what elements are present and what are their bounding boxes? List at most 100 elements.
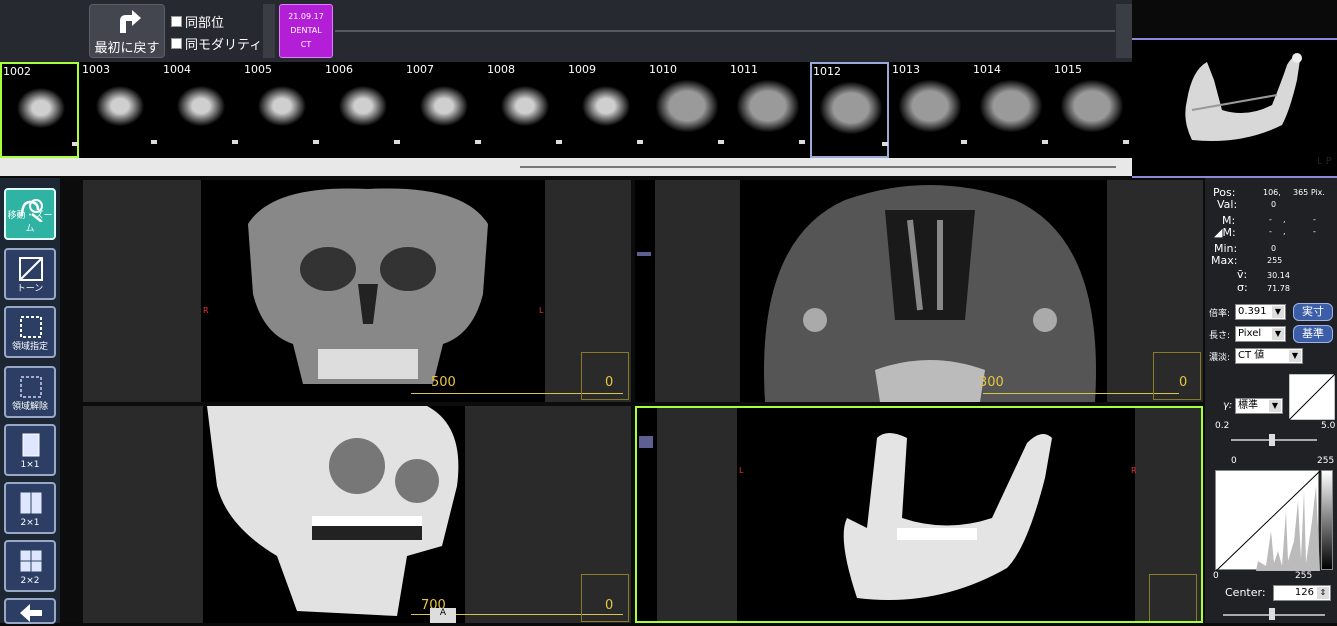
viewport-margin xyxy=(83,406,203,623)
series-preview-image xyxy=(170,80,232,132)
series-thumbnail[interactable]: 1010 xyxy=(648,62,727,158)
study-timeline xyxy=(335,30,1115,32)
orientation-label: R xyxy=(1131,466,1137,475)
series-thumbnail[interactable]: 1008 xyxy=(486,62,565,158)
scrollbar-track[interactable] xyxy=(520,166,1116,168)
reset-label: 最初に戻す xyxy=(94,41,160,56)
center-value: 126 xyxy=(1294,587,1314,598)
series-number: 1002 xyxy=(3,65,31,78)
center-input[interactable]: 126 ⇕ xyxy=(1273,585,1331,601)
tool-label: 2×1 xyxy=(20,518,40,528)
series-number: 1013 xyxy=(892,63,920,76)
skull-oblique-image xyxy=(207,406,459,616)
center-slider-handle[interactable] xyxy=(1269,608,1275,620)
val-label: Val: xyxy=(1217,198,1238,211)
gamma-select[interactable]: 標準 ▼ xyxy=(1235,398,1283,414)
max-value: 255 xyxy=(1267,256,1283,265)
chevron-down-icon: ▼ xyxy=(1272,328,1284,340)
scale-label: 300 xyxy=(979,375,1004,390)
layout-2x2-button[interactable]: 2×2 xyxy=(4,540,56,592)
standard-button[interactable]: 基準 xyxy=(1293,325,1333,343)
series-thumbnail[interactable]: 1004 xyxy=(162,62,241,158)
series-number: 1008 xyxy=(487,63,515,76)
thumbnail-scrollbar[interactable] xyxy=(0,158,1132,176)
dm-value: - xyxy=(1313,227,1316,236)
series-preview-image xyxy=(899,80,961,132)
series-number: 1014 xyxy=(973,63,1001,76)
study-modality: CT xyxy=(300,40,312,49)
study-desc: DENTAL xyxy=(290,26,322,35)
series-preview-image xyxy=(575,80,637,132)
dm-label: ◢M: xyxy=(1214,226,1236,239)
max-label: Max: xyxy=(1211,254,1238,267)
gamma-slider-handle[interactable] xyxy=(1269,434,1275,446)
length-select[interactable]: Pixel ▼ xyxy=(1235,326,1286,342)
series-thumbnail[interactable]: 1011 xyxy=(729,62,808,158)
series-thumbnail[interactable]: 1006 xyxy=(324,62,403,158)
checkbox-icon xyxy=(171,38,182,49)
series-number: 1011 xyxy=(730,63,758,76)
volume-preview[interactable]: L P xyxy=(1132,38,1337,178)
val-value: 0 xyxy=(1271,200,1277,209)
density-select[interactable]: CT 値 ▼ xyxy=(1235,348,1303,364)
series-number: 1009 xyxy=(568,63,596,76)
axial-ct-image xyxy=(764,185,1096,402)
layout-2x1-button[interactable]: 2×1 xyxy=(4,482,56,534)
series-thumbnail[interactable]: 1014 xyxy=(972,62,1051,158)
tool-label: 1×1 xyxy=(20,460,40,470)
series-thumbnail[interactable]: 1012 xyxy=(810,62,889,158)
tool-label: 移動・ズーム xyxy=(7,211,53,234)
series-number: 1015 xyxy=(1054,63,1082,76)
series-number: 1005 xyxy=(244,63,272,76)
undo-arrow-icon xyxy=(120,10,141,33)
region-select-tool[interactable]: 領域指定 xyxy=(4,306,56,358)
series-thumbnail[interactable]: 1007 xyxy=(405,62,484,158)
series-thumbnail[interactable]: 1005 xyxy=(243,62,322,158)
series-indicator xyxy=(151,140,157,144)
dm-value: , xyxy=(1283,227,1286,236)
series-thumbnail[interactable]: 1002 xyxy=(0,62,79,158)
viewport-grid: R L 500 0 300 0 700 0 A L R xyxy=(60,178,1205,623)
sd-value: 71.78 xyxy=(1267,284,1290,293)
same-modality-checkbox[interactable]: 同モダリティ xyxy=(171,34,262,53)
tool-label: 領域解除 xyxy=(11,402,48,412)
annotation-tag[interactable]: A xyxy=(430,608,456,623)
viewport-2[interactable]: 300 0 xyxy=(635,180,1203,402)
move-zoom-tool[interactable]: 移動・ズーム xyxy=(4,188,56,240)
series-indicator xyxy=(882,142,888,146)
series-thumbnail[interactable]: 1009 xyxy=(567,62,646,158)
viewport-3[interactable]: 700 0 A xyxy=(83,406,631,623)
spinner-icon[interactable]: ⇕ xyxy=(1317,587,1329,599)
tone-icon xyxy=(19,257,43,281)
region-clear-tool[interactable]: 領域解除 xyxy=(4,366,56,418)
series-preview-image xyxy=(1061,80,1123,132)
sd-label: σ: xyxy=(1237,281,1248,294)
study-badge[interactable]: 21.09.17 DENTAL CT xyxy=(279,4,333,58)
series-preview-image xyxy=(494,80,556,132)
series-thumbnail[interactable]: 1003 xyxy=(81,62,160,158)
series-thumbnail[interactable]: 1013 xyxy=(891,62,970,158)
study-scroll-right[interactable] xyxy=(1116,4,1132,58)
zoom-select[interactable]: 0.391 ▼ xyxy=(1235,304,1286,320)
back-button[interactable] xyxy=(4,598,56,624)
gamma-value: 標準 xyxy=(1238,400,1258,411)
density-label: 濃淡: xyxy=(1209,353,1231,363)
same-modality-label: 同モダリティ xyxy=(185,38,263,53)
histogram-chart[interactable] xyxy=(1215,470,1321,572)
tool-label: 2×2 xyxy=(20,576,40,586)
viewport-4-active[interactable]: L R xyxy=(635,406,1203,623)
tone-tool[interactable]: トーン xyxy=(4,248,56,300)
reset-button[interactable]: 最初に戻す xyxy=(89,4,165,58)
actual-size-button[interactable]: 実寸 xyxy=(1293,303,1333,321)
series-preview-image xyxy=(89,80,151,132)
layout-1x1-button[interactable]: 1×1 xyxy=(4,424,56,476)
layout-2x1-icon xyxy=(19,491,43,515)
same-site-checkbox[interactable]: 同部位 xyxy=(171,12,224,31)
study-scroll-left[interactable] xyxy=(263,4,275,58)
m-value: , xyxy=(1283,215,1286,224)
series-thumbnail[interactable]: 1015 xyxy=(1053,62,1132,158)
scale-ruler xyxy=(983,388,1179,394)
gamma-label: γ: xyxy=(1223,400,1233,411)
viewport-1[interactable]: R L 500 0 xyxy=(83,180,631,402)
skull-frontal-image xyxy=(248,188,488,384)
